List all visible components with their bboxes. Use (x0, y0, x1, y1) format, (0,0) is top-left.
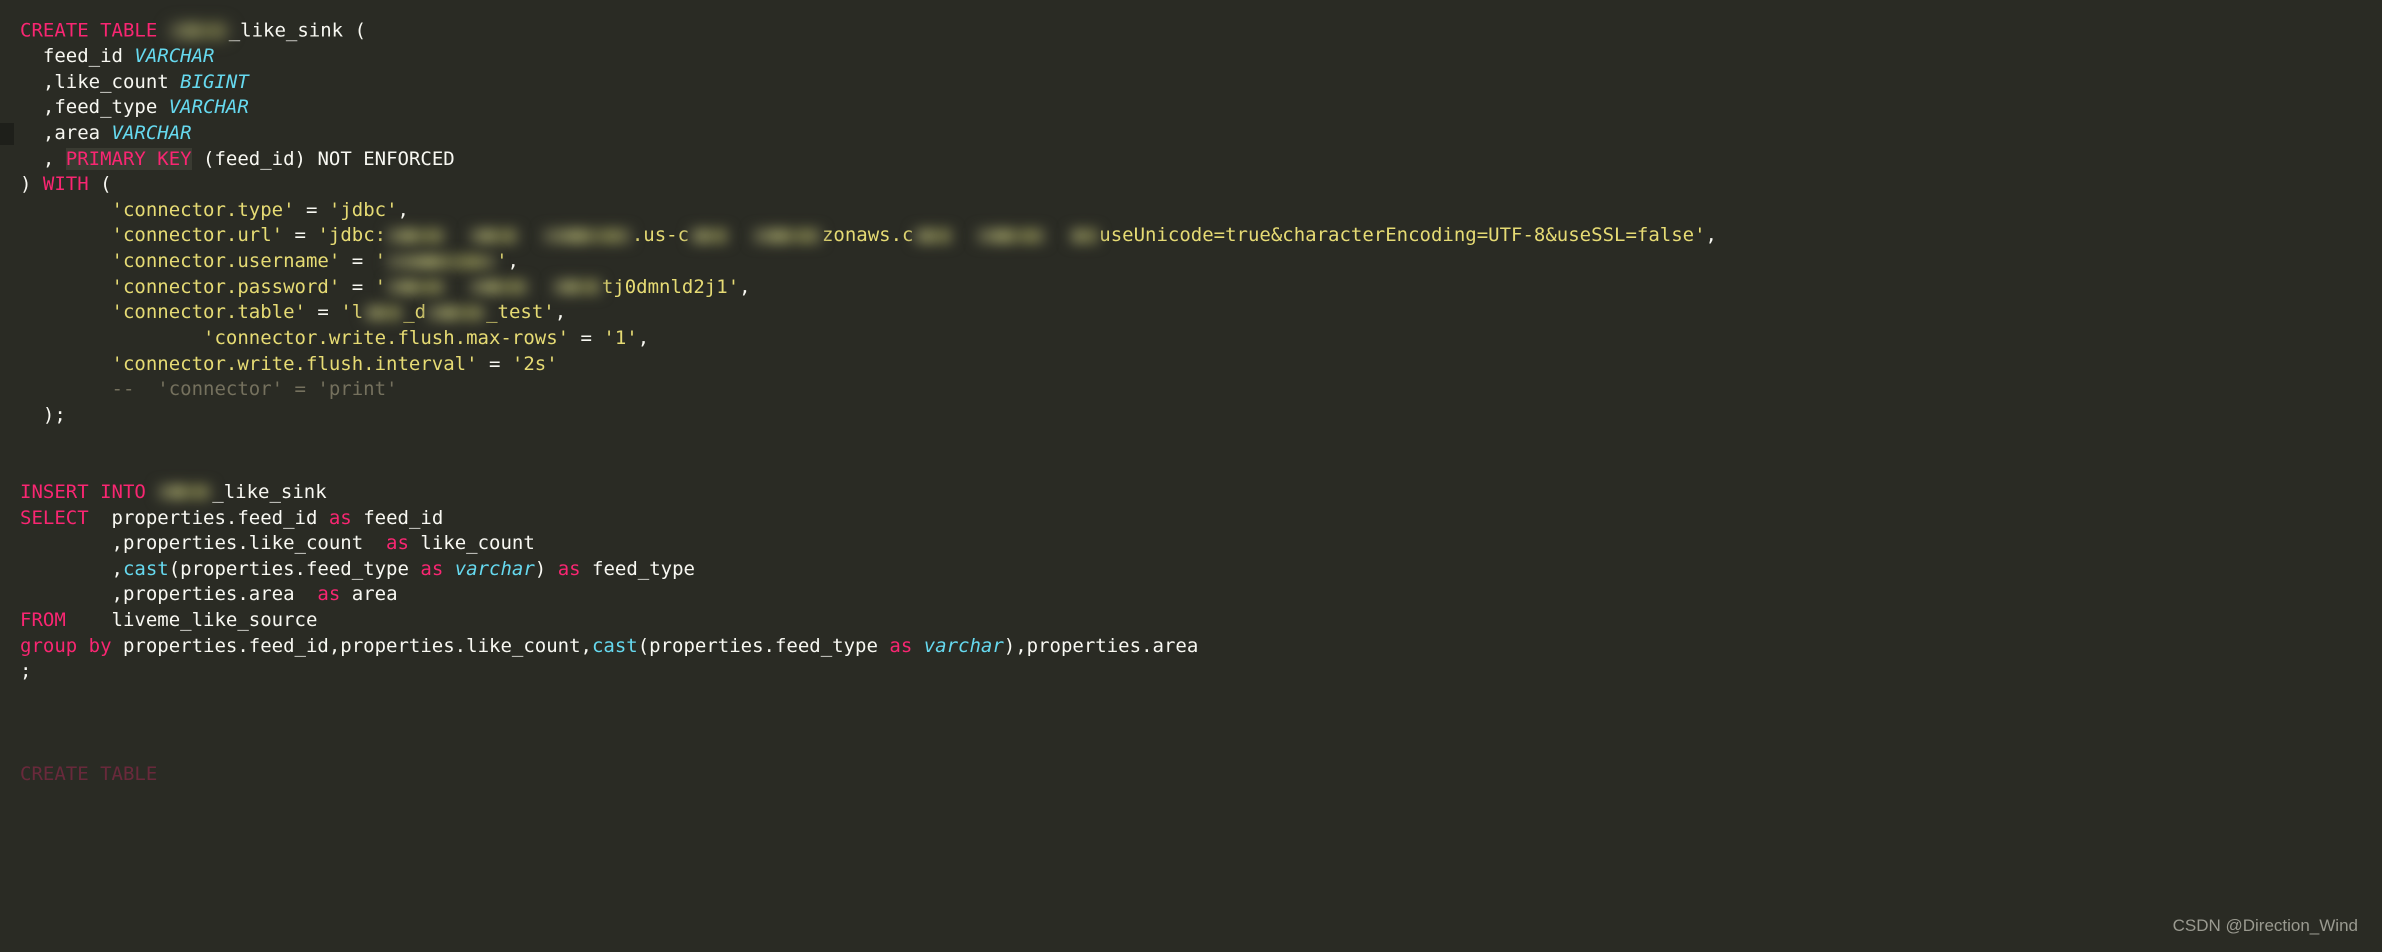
redacted-insert-target: _like_sink (146, 481, 327, 503)
kw-create-partial: CREATE TABLE (20, 763, 157, 785)
kw-insert: INSERT INTO (20, 481, 146, 503)
kw-with: WITH (43, 173, 89, 195)
redacted-username: '' (375, 250, 508, 272)
watermark: CSDN @Direction_Wind (2173, 915, 2358, 938)
kw-from: FROM (20, 609, 66, 631)
kw-create: CREATE TABLE (20, 19, 157, 41)
gutter-marker (0, 123, 14, 145)
redacted-table-name (169, 18, 229, 44)
redacted-table: 'l_d_test' (340, 301, 554, 323)
kw-primary-key: PRIMARY KEY (66, 148, 192, 170)
redacted-password: ' tj0dmnld2j1' (375, 276, 740, 298)
redacted-url: 'jdbc: .us-c zonaws.c (317, 224, 1099, 246)
kw-select: SELECT (20, 507, 89, 529)
code-block: CREATE TABLE _like_sink ( feed_id VARCHA… (0, 18, 2382, 788)
kw-group-by: group by (20, 635, 112, 657)
comment-line: -- 'connector' = 'print' (20, 378, 398, 400)
